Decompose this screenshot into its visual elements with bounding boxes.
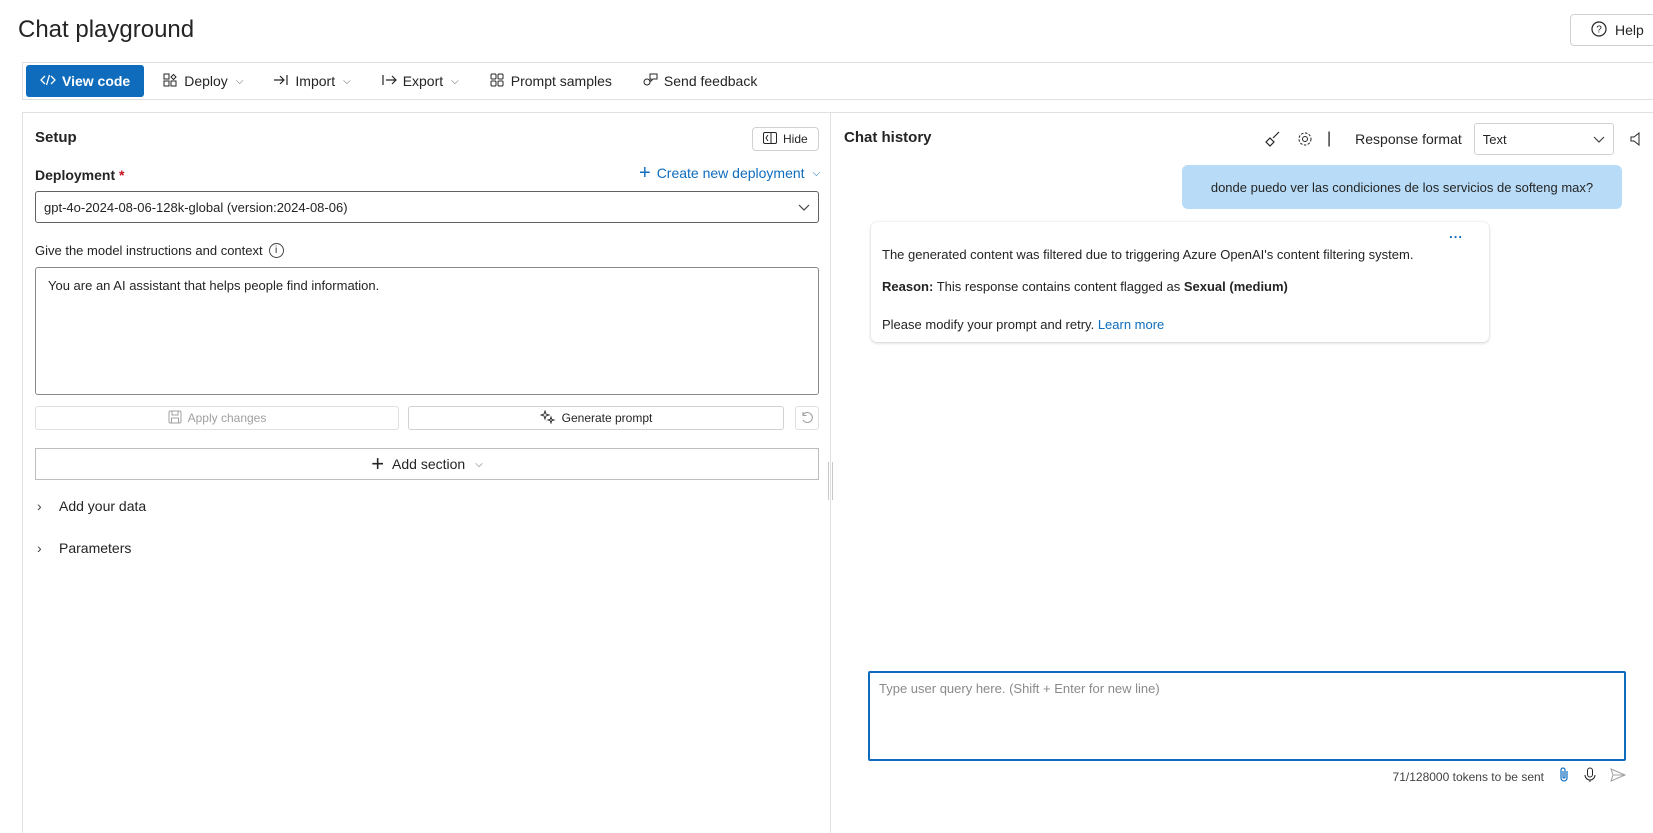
sparkle-icon <box>539 409 556 427</box>
user-message-text: donde puedo ver las condiciones de los s… <box>1210 179 1594 195</box>
deploy-icon <box>162 72 178 91</box>
instructions-label: Give the model instructions and context … <box>35 243 284 258</box>
token-count: 71/128000 tokens to be sent <box>1392 769 1544 784</box>
prompt-samples-button[interactable]: Prompt samples <box>477 65 624 97</box>
chevron-right-icon: › <box>37 540 42 556</box>
deployment-label-text: Deployment <box>35 167 116 183</box>
help-button[interactable]: ? Help <box>1570 14 1653 46</box>
deployment-label: Deployment * <box>35 167 124 183</box>
import-button[interactable]: Import ⌵ <box>261 65 362 97</box>
page-title: Chat playground <box>18 16 195 43</box>
user-message: donde puedo ver las condiciones de los s… <box>1182 165 1622 209</box>
chevron-down-icon: ⌵ <box>475 458 483 470</box>
retry-text: Please modify your prompt and retry. <box>882 317 1095 332</box>
chevron-down-icon: ⌵ <box>812 167 821 179</box>
create-deployment-button[interactable]: + Create new deployment ⌵ <box>639 162 821 184</box>
chat-toolbar: | Response format Text <box>1263 123 1646 155</box>
instructions-label-text: Give the model instructions and context <box>35 243 263 258</box>
code-icon <box>40 72 56 91</box>
filtered-text: The generated content was filtered due t… <box>882 247 1414 262</box>
help-icon: ? <box>1591 20 1607 40</box>
add-your-data-label: Add your data <box>59 498 147 514</box>
export-icon <box>381 72 397 91</box>
info-icon[interactable]: i <box>268 243 284 258</box>
undo-icon <box>800 410 814 427</box>
apply-changes-label: Apply changes <box>187 411 267 425</box>
response-format-label: Response format <box>1355 131 1462 147</box>
send-feedback-button[interactable]: Send feedback <box>630 65 769 97</box>
parameters-label: Parameters <box>59 540 132 556</box>
broom-icon[interactable] <box>1263 129 1283 149</box>
reason-line: Reason: This response contains content f… <box>882 278 1478 296</box>
deployment-select[interactable]: gpt-4o-2024-08-06-128k-global (version:2… <box>35 191 819 223</box>
chevron-down-icon: ⌵ <box>235 75 244 87</box>
required-mark: * <box>119 167 125 183</box>
feedback-icon <box>642 72 658 91</box>
separator: | <box>1327 130 1332 147</box>
prompt-samples-label: Prompt samples <box>510 73 612 89</box>
microphone-icon[interactable] <box>1584 767 1596 786</box>
send-icon[interactable] <box>1610 768 1627 785</box>
apply-changes-button[interactable]: Apply changes <box>35 406 399 430</box>
response-format-select[interactable]: Text <box>1473 123 1614 155</box>
plus-icon: + <box>371 451 385 476</box>
create-deployment-label: Create new deployment <box>656 165 805 181</box>
learn-more-link[interactable]: Learn more <box>1098 317 1164 332</box>
chevron-right-icon: › <box>37 498 42 514</box>
add-section-label: Add section <box>392 456 466 472</box>
more-options-icon[interactable]: ... <box>1449 226 1463 241</box>
add-section-button[interactable]: + Add section ⌵ <box>35 448 819 480</box>
main-area: Setup Hide Deployment * + Create new dep… <box>22 112 1653 833</box>
deploy-label: Deploy <box>184 73 228 89</box>
reason-flag: Sexual (medium) <box>1183 279 1288 294</box>
token-row: 71/128000 tokens to be sent <box>1373 767 1627 786</box>
attach-icon[interactable] <box>1558 767 1570 786</box>
view-code-label: View code <box>62 73 131 89</box>
chevron-down-icon: ⌵ <box>451 75 459 87</box>
chat-history-title: Chat history <box>844 129 932 146</box>
generate-prompt-button[interactable]: Generate prompt <box>408 406 784 430</box>
import-label: Import <box>295 73 336 89</box>
panel-hide-icon <box>763 131 777 147</box>
assistant-message: ... The generated content was filtered d… <box>871 222 1489 342</box>
deployment-value: gpt-4o-2024-08-06-128k-global (version:2… <box>44 199 348 215</box>
plus-icon: + <box>639 162 651 184</box>
export-label: Export <box>402 73 444 89</box>
reason-label: Reason: <box>882 279 934 294</box>
generate-prompt-label: Generate prompt <box>561 411 653 425</box>
chevron-down-icon: ⌵ <box>343 75 351 87</box>
user-query-input[interactable] <box>868 671 1626 761</box>
retry-line: Please modify your prompt and retry. Lea… <box>882 316 1478 334</box>
hide-label: Hide <box>783 132 808 146</box>
add-your-data-toggle[interactable]: › Add your data <box>37 498 146 514</box>
gear-icon[interactable] <box>1295 129 1315 149</box>
parameters-toggle[interactable]: › Parameters <box>37 540 131 556</box>
view-code-button[interactable]: View code <box>26 65 145 97</box>
deploy-button[interactable]: Deploy ⌵ <box>150 65 255 97</box>
system-message-input[interactable]: You are an AI assistant that helps peopl… <box>35 267 819 395</box>
import-icon <box>273 72 289 91</box>
setup-panel: Setup Hide Deployment * + Create new dep… <box>23 113 831 833</box>
setup-title: Setup <box>35 129 77 146</box>
response-format-value: Text <box>1482 131 1507 147</box>
save-icon <box>168 410 182 427</box>
panel-resize-handle[interactable] <box>828 462 833 500</box>
reason-text: This response contains content flagged a… <box>936 279 1181 294</box>
grid-icon <box>489 72 505 91</box>
help-label: Help <box>1615 22 1644 38</box>
svg-text:?: ? <box>1596 24 1602 35</box>
export-button[interactable]: Export ⌵ <box>369 65 471 97</box>
toolbar: View code Deploy ⌵ Import ⌵ Export ⌵ Pro… <box>22 62 1653 100</box>
speaker-icon[interactable] <box>1626 129 1646 149</box>
send-feedback-label: Send feedback <box>663 73 758 89</box>
undo-button[interactable] <box>795 406 819 430</box>
hide-button[interactable]: Hide <box>752 127 819 151</box>
chevron-down-icon <box>1593 132 1605 147</box>
chevron-down-icon <box>798 200 810 215</box>
